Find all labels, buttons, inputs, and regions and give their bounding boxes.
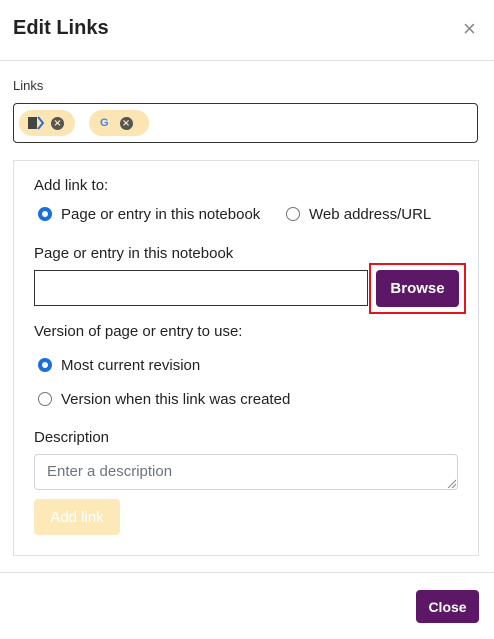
- remove-chip-icon[interactable]: ×: [51, 116, 64, 130]
- radio-notebook-page-label[interactable]: Page or entry in this notebook: [61, 206, 260, 223]
- radio-web-url[interactable]: [286, 207, 300, 221]
- header-divider: [0, 60, 494, 61]
- radio-notebook-page[interactable]: [38, 207, 52, 221]
- modal-title: Edit Links: [13, 17, 109, 39]
- resize-handle-icon[interactable]: [446, 478, 456, 488]
- radio-web-url-label[interactable]: Web address/URL: [309, 206, 431, 223]
- close-button[interactable]: Close: [416, 590, 479, 623]
- link-chip-notebook[interactable]: ×: [19, 110, 75, 136]
- version-heading: Version of page or entry to use:: [34, 323, 243, 340]
- radio-most-current[interactable]: [38, 358, 52, 372]
- add-link-button[interactable]: Add link: [34, 499, 120, 535]
- radio-version-created-label[interactable]: Version when this link was created: [61, 391, 290, 408]
- browse-button[interactable]: Browse: [376, 270, 459, 307]
- close-icon[interactable]: ×: [463, 18, 476, 40]
- links-field[interactable]: × G ×: [13, 103, 478, 143]
- add-link-heading: Add link to:: [34, 177, 109, 194]
- remove-chip-icon[interactable]: ×: [119, 116, 133, 130]
- link-chip-google[interactable]: G ×: [89, 110, 149, 136]
- footer-divider: [0, 572, 494, 573]
- notebook-entry-icon: [28, 116, 44, 130]
- description-input[interactable]: Enter a description: [34, 454, 458, 490]
- google-icon: G: [100, 117, 109, 129]
- radio-most-current-label[interactable]: Most current revision: [61, 357, 200, 374]
- radio-version-created[interactable]: [38, 392, 52, 406]
- page-entry-input[interactable]: [34, 270, 368, 306]
- links-label: Links: [13, 78, 44, 93]
- page-field-label: Page or entry in this notebook: [34, 245, 234, 262]
- description-label: Description: [34, 429, 110, 446]
